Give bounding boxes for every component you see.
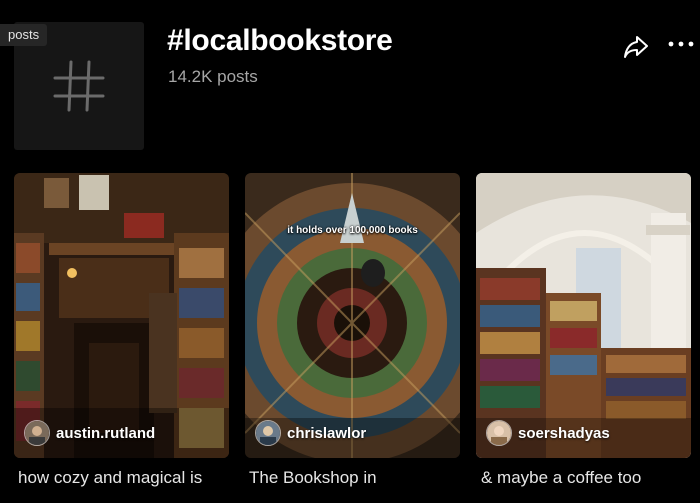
post-author[interactable]: austin.rutland [24, 420, 155, 446]
username: soershadyas [518, 424, 610, 442]
post-author[interactable]: soershadyas [486, 420, 610, 446]
post-count: 14.2K posts [168, 67, 258, 86]
post-card[interactable]: austin.rutland [14, 173, 229, 458]
posts-badge: posts [0, 24, 48, 46]
username: chrislawlor [287, 424, 367, 442]
avatar [24, 420, 50, 446]
bookstore-photo [476, 173, 691, 458]
hashtag-icon [53, 60, 105, 112]
more-dots-icon [668, 41, 694, 47]
share-button[interactable] [622, 34, 650, 60]
page-title: #localbookstore [167, 24, 393, 57]
post-caption[interactable]: & maybe a coffee too [481, 468, 641, 488]
username: austin.rutland [56, 424, 156, 442]
post-author[interactable]: chrislawlor [255, 420, 366, 446]
post-caption[interactable]: The Bookshop in [249, 468, 377, 488]
post-card[interactable]: it holds over 100,000 books chrislawlor [245, 173, 460, 458]
post-overlay-text: it holds over 100,000 books [287, 225, 418, 236]
avatar [486, 420, 512, 446]
share-arrow-icon [624, 36, 648, 58]
bookstore-photo [14, 173, 229, 458]
bookstore-photo [245, 173, 460, 458]
post-card[interactable]: soershadyas [476, 173, 691, 458]
more-options-button[interactable] [666, 34, 696, 58]
avatar [255, 420, 281, 446]
post-caption[interactable]: how cozy and magical is [18, 468, 202, 488]
